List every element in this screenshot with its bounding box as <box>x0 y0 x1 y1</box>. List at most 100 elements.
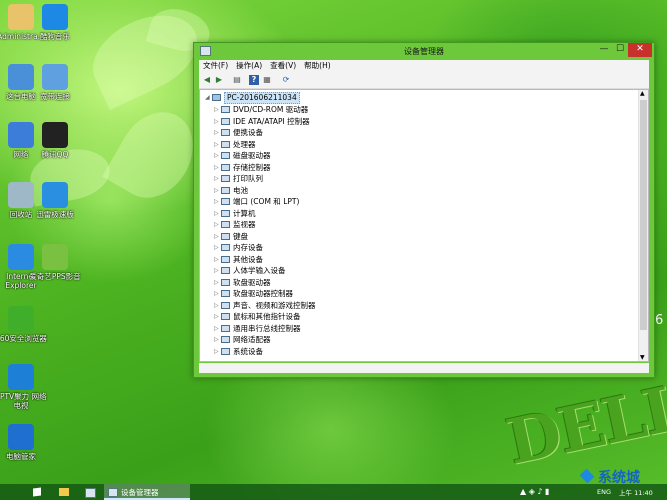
device-icon <box>221 347 230 355</box>
device-icon <box>221 336 230 343</box>
scroll-up-icon[interactable]: ▲ <box>640 90 645 97</box>
desktop-icon[interactable]: 360安全浏览器 <box>0 306 48 343</box>
device-category[interactable]: ▷ 内存设备 <box>200 242 630 254</box>
device-category[interactable]: ▷ 软盘驱动器 <box>200 277 630 289</box>
desktop-icon-label: 宽带连接 <box>40 92 70 101</box>
desktop-icon[interactable]: PPTV聚力 网络电视 <box>0 364 48 410</box>
menu-file[interactable]: 文件(F) <box>199 60 232 72</box>
device-category[interactable]: ▷ 通用串行总线控制器 <box>200 323 630 335</box>
start-button[interactable] <box>30 484 44 500</box>
device-category[interactable]: ▷ 键盘 <box>200 231 630 243</box>
device-icon <box>221 232 230 240</box>
expand-arrow-icon[interactable]: ▷ <box>214 196 219 208</box>
device-category[interactable]: ▷ DVD/CD-ROM 驱动器 <box>200 104 630 116</box>
expand-arrow-icon[interactable]: ▷ <box>214 346 219 358</box>
device-category[interactable]: ▷ 便携设备 <box>200 127 630 139</box>
device-icon <box>221 152 230 159</box>
expand-arrow-icon[interactable]: ▷ <box>214 162 219 174</box>
expand-arrow-icon[interactable]: ▷ <box>214 300 219 312</box>
desktop-icon[interactable]: 腾讯QQ <box>28 122 82 159</box>
expand-arrow-icon[interactable]: ▷ <box>214 242 219 254</box>
expand-arrow-icon[interactable]: ▷ <box>214 277 219 289</box>
desktop-icon[interactable]: 宽带连接 <box>28 64 82 101</box>
pptv-icon <box>8 364 34 390</box>
back-arrow-icon[interactable]: ◀ <box>202 75 212 85</box>
360-browser-icon <box>8 306 34 332</box>
expand-arrow-icon[interactable]: ▷ <box>214 231 219 243</box>
device-icon <box>221 290 230 297</box>
device-category[interactable]: ▷ 人体学输入设备 <box>200 265 630 277</box>
minimize-button[interactable]: — <box>596 43 612 57</box>
expand-arrow-icon[interactable]: ▷ <box>214 139 219 151</box>
device-label: 计算机 <box>233 208 256 218</box>
expand-arrow-icon[interactable]: ▷ <box>214 127 219 139</box>
expand-arrow-icon[interactable]: ▷ <box>214 116 219 128</box>
desktop-icon[interactable]: 酷狗音乐 <box>28 4 82 41</box>
clock[interactable]: 上午 11:40 <box>619 487 653 497</box>
device-icon <box>221 313 230 320</box>
view-icon[interactable]: ▦ <box>262 75 272 85</box>
device-category[interactable]: ▷ 磁盘驱动器 <box>200 150 630 162</box>
expand-arrow-icon[interactable]: ▷ <box>214 323 219 335</box>
device-category[interactable]: ▷ 计算机 <box>200 208 630 220</box>
expand-arrow-icon[interactable]: ▷ <box>214 265 219 277</box>
expand-arrow-icon[interactable]: ▷ <box>214 254 219 266</box>
menu-action[interactable]: 操作(A) <box>232 60 266 72</box>
computer-icon <box>212 94 221 101</box>
window-titlebar[interactable]: 设备管理器 — ☐ ✕ <box>194 43 654 59</box>
expand-arrow-icon[interactable]: ▷ <box>214 185 219 197</box>
expand-arrow-icon[interactable]: ▷ <box>214 334 219 346</box>
device-category[interactable]: ▷ 存储控制器 <box>200 162 630 174</box>
device-icon <box>221 106 230 113</box>
expand-arrow-icon[interactable]: ▷ <box>214 104 219 116</box>
expand-arrow-icon[interactable]: ▷ <box>214 311 219 323</box>
close-button[interactable]: ✕ <box>628 43 652 57</box>
expand-arrow-icon[interactable]: ▷ <box>214 288 219 300</box>
menu-view[interactable]: 查看(V) <box>266 60 300 72</box>
scroll-down-icon[interactable]: ▼ <box>640 354 645 361</box>
expand-arrow-icon[interactable]: ▷ <box>214 150 219 162</box>
device-category[interactable]: ▷ 其他设备 <box>200 254 630 266</box>
maximize-button[interactable]: ☐ <box>612 43 628 57</box>
device-category[interactable]: ▷ 电池 <box>200 185 630 197</box>
desktop-icon-label: PPTV聚力 网络电视 <box>0 392 47 410</box>
forward-arrow-icon[interactable]: ▶ <box>214 75 224 85</box>
device-category[interactable]: ▷ 鼠标和其他指针设备 <box>200 311 630 323</box>
device-category[interactable]: ▷ 网络适配器 <box>200 334 630 346</box>
device-label: 监视器 <box>233 220 256 229</box>
device-category[interactable]: ▷ 监视器 <box>200 219 630 231</box>
properties-icon[interactable]: ▤ <box>232 75 242 85</box>
collapse-arrow-icon[interactable]: ◢ <box>205 92 210 104</box>
tray-icons[interactable]: ▲ ◈ ♪ ▮ <box>520 487 549 496</box>
scan-hardware-icon[interactable]: ⟳ <box>281 75 291 85</box>
side-number: 6 <box>655 313 664 328</box>
device-category[interactable]: ▷ 打印队列 <box>200 173 630 185</box>
desktop-icon[interactable]: 迅雷极速版 <box>28 182 82 219</box>
scroll-thumb[interactable] <box>640 100 647 330</box>
expand-arrow-icon[interactable]: ▷ <box>214 173 219 185</box>
tray-lang[interactable]: ENG <box>597 488 611 496</box>
menu-help[interactable]: 帮助(H) <box>300 60 335 72</box>
expand-arrow-icon[interactable]: ▷ <box>214 219 219 231</box>
device-category[interactable]: ▷ 端口 (COM 和 LPT) <box>200 196 630 208</box>
help-icon[interactable]: ? <box>249 75 259 85</box>
taskbar-active-app[interactable]: 设备管理器 <box>104 484 190 500</box>
device-category[interactable]: ▷ IDE ATA/ATAPI 控制器 <box>200 116 630 128</box>
file-explorer-icon[interactable] <box>58 484 70 500</box>
device-label: 键盘 <box>233 231 248 241</box>
device-tree: ◢ PC-201606211034 ▷ DVD/CD-ROM 驱动器 ▷ IDE AT… <box>199 89 649 362</box>
device-label: 人体学输入设备 <box>233 266 286 275</box>
windows-logo-icon <box>33 487 41 497</box>
taskbar: 设备管理器 ▲ ◈ ♪ ▮ ENG 上午 11:40 <box>0 484 667 500</box>
device-category[interactable]: ▷ 系统设备 <box>200 346 630 358</box>
device-category[interactable]: ▷ 软盘驱动器控制器 <box>200 288 630 300</box>
desktop-icon[interactable]: 爱奇艺PPS影音 <box>28 244 82 281</box>
device-category[interactable]: ▷ 处理器 <box>200 139 630 151</box>
device-category[interactable]: ▷ 声音、视频和游戏控制器 <box>200 300 630 312</box>
watermark-logo-icon <box>579 468 595 484</box>
devmgr-taskbar-icon[interactable] <box>84 484 96 500</box>
thunder-icon <box>42 182 68 208</box>
desktop-icon[interactable]: 电脑管家 <box>0 424 48 461</box>
expand-arrow-icon[interactable]: ▷ <box>214 208 219 220</box>
vertical-scrollbar[interactable]: ▲ ▼ <box>638 90 648 361</box>
